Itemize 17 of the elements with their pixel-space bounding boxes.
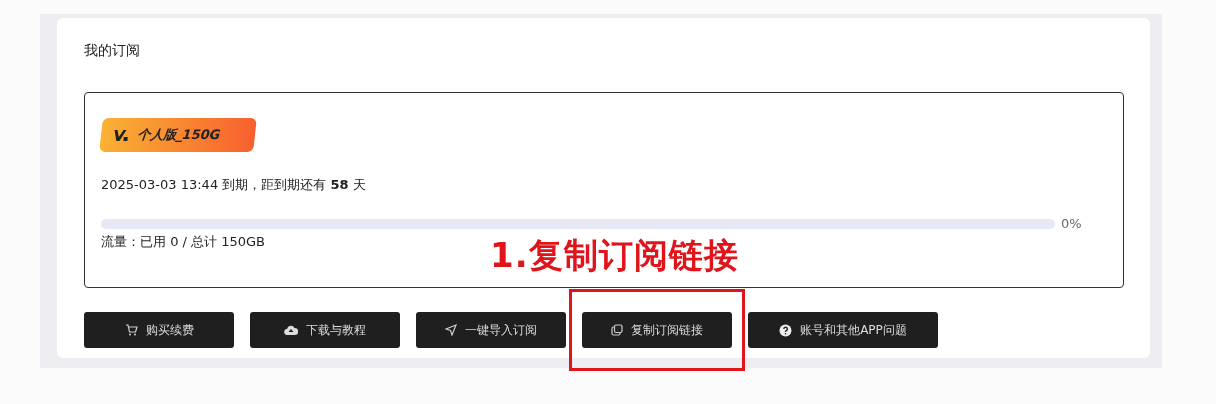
cloud-icon — [284, 324, 298, 336]
cart-icon — [124, 324, 138, 336]
copy-icon — [611, 324, 623, 336]
action-button[interactable]: 复制订阅链接 — [582, 312, 732, 348]
action-button[interactable]: 账号和其他APP问题 — [748, 312, 938, 348]
traffic-text: 流量：已用 0 / 总计 150GB — [101, 233, 266, 251]
action-button[interactable]: 一键导入订阅 — [416, 312, 566, 348]
plan-badge: 个人版_150G — [99, 118, 257, 152]
usage-percent: 0% — [1061, 216, 1082, 231]
help-icon — [779, 323, 793, 337]
expiry-text: 2025-03-03 13:44 到期，距到期还有 58 天 — [101, 176, 367, 194]
section-title: 我的订阅 — [84, 41, 141, 60]
vip-icon — [112, 128, 130, 142]
action-button[interactable]: 购买续费 — [84, 312, 234, 348]
send-icon — [445, 324, 457, 336]
annotation-text: 1.复制订阅链接 — [490, 234, 739, 277]
action-button[interactable]: 下载与教程 — [250, 312, 400, 348]
